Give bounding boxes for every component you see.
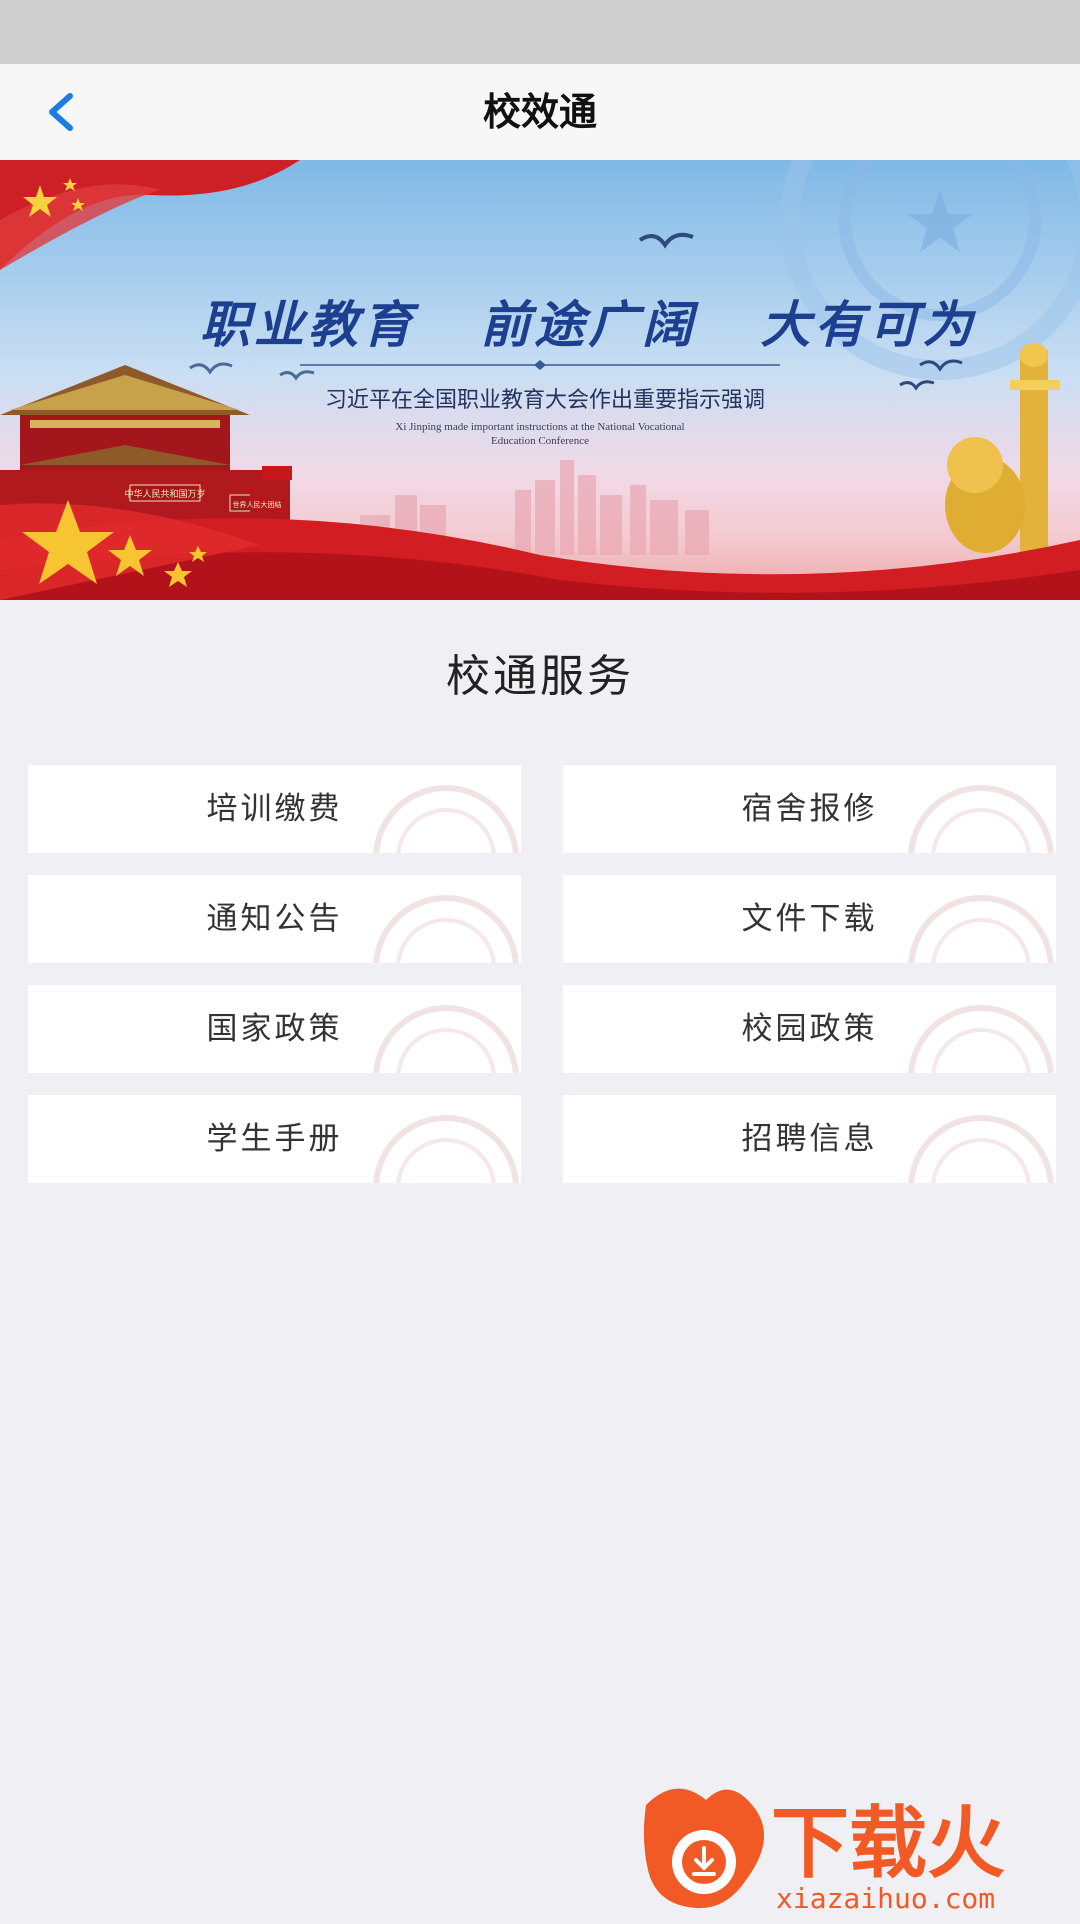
service-tile-training-payment[interactable]: 培训缴费 xyxy=(28,765,521,853)
logo-brand-text: 下载火 xyxy=(771,1799,1005,1889)
service-tile-national-policy[interactable]: 国家政策 xyxy=(28,985,521,1073)
xiazaihuo-watermark-logo: 下载火 xiazaihuo.com xyxy=(636,1780,1080,1920)
service-label: 培训缴费 xyxy=(206,791,343,827)
service-label: 招聘信息 xyxy=(741,1121,878,1157)
service-tile-dorm-repair[interactable]: 宿舍报修 xyxy=(563,765,1056,853)
service-label: 校园政策 xyxy=(741,1011,878,1047)
service-tile-job-postings[interactable]: 招聘信息 xyxy=(563,1095,1056,1183)
service-label: 文件下载 xyxy=(741,901,878,937)
page-title: 校效通 xyxy=(482,90,597,134)
service-tile-student-handbook[interactable]: 学生手册 xyxy=(28,1095,521,1183)
navigation-bar: 校效通 xyxy=(0,64,1080,161)
service-tile-announcements[interactable]: 通知公告 xyxy=(28,875,521,963)
logo-url-text: xiazaihuo.com xyxy=(776,1882,995,1915)
hero-banner[interactable]: 中华人民共和国万岁 世界人民大团结 职业教育 前途广阔 大有可为 习近平在全国职… xyxy=(0,160,1080,600)
service-tile-campus-policy[interactable]: 校园政策 xyxy=(563,985,1056,1073)
section-title: 校通服务 xyxy=(446,651,634,702)
service-label: 宿舍报修 xyxy=(741,791,878,827)
banner-artwork: 中华人民共和国万岁 世界人民大团结 xyxy=(0,160,1080,600)
banner-subtitle: 习近平在全国职业教育大会作出重要指示强调 xyxy=(324,388,765,413)
gate-sign-left: 中华人民共和国万岁 xyxy=(124,488,205,500)
banner-headline: 职业教育 前途广阔 大有可为 xyxy=(200,295,977,354)
banner-caption-line2: Education Conference xyxy=(490,435,590,447)
flame-download-icon: 下载火 xiazaihuo.com xyxy=(636,1780,1080,1920)
status-bar xyxy=(0,0,1080,64)
banner-caption-line1: Xi Jinping made important instructions a… xyxy=(395,421,685,433)
service-label: 学生手册 xyxy=(206,1121,343,1157)
service-label: 国家政策 xyxy=(206,1011,343,1047)
service-tile-file-download[interactable]: 文件下载 xyxy=(563,875,1056,963)
service-label: 通知公告 xyxy=(206,901,343,937)
gate-sign-right: 世界人民大团结 xyxy=(233,500,282,509)
banner-caption: Xi Jinping made important instructions a… xyxy=(340,420,740,448)
